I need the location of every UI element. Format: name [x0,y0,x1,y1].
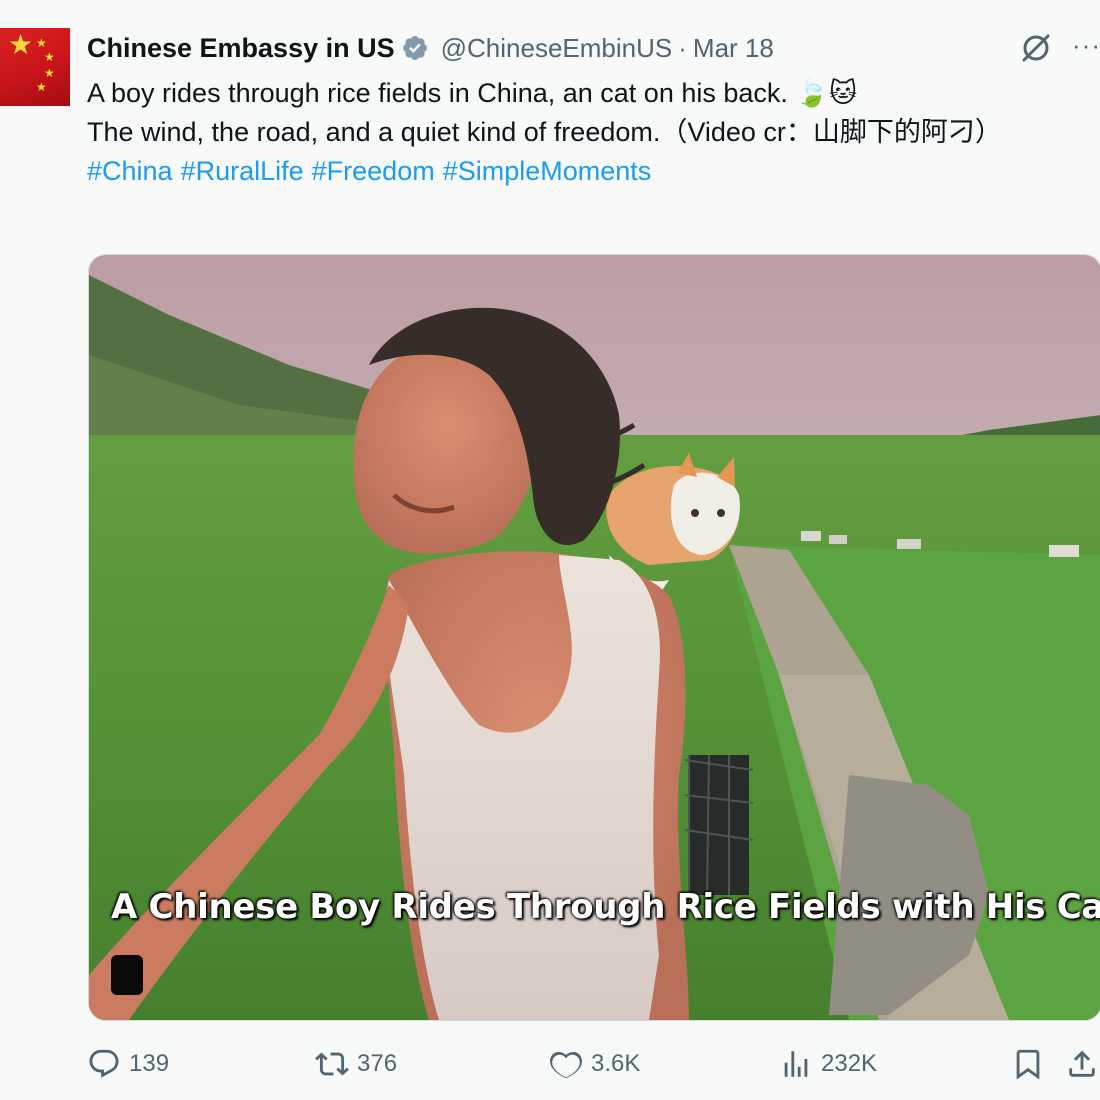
author-avatar[interactable]: ★ ★ ★ ★ ★ [0,28,70,106]
separator-dot: · [678,32,687,63]
grok-icon[interactable] [1018,30,1054,66]
tweet-header: Chinese Embassy in US @ChineseEmbinUS · … [87,30,774,66]
verified-badge-icon [402,36,427,60]
video-caption: A Chinese Boy Rides Through Rice Fields … [111,887,1100,927]
reply-count: 139 [129,1050,170,1077]
action-bar: 139 376 3.6K 232K [87,1040,1100,1088]
author-name[interactable]: Chinese Embassy in US [87,33,395,64]
pause-icon[interactable] [111,955,143,995]
video-player[interactable]: A Chinese Boy Rides Through Rice Fields … [88,254,1100,1021]
tweet-text-line: A boy rides through rice fields in China… [87,78,858,108]
hashtag-link[interactable]: #Freedom [312,156,435,186]
hashtag-link[interactable]: #China [87,156,173,186]
tweet-card: ★ ★ ★ ★ ★ Chinese Embassy in US @Chinese… [0,0,1100,1100]
like-count: 3.6K [591,1050,641,1077]
bookmark-button[interactable] [1011,1040,1053,1088]
like-button[interactable]: 3.6K [549,1040,640,1088]
repost-icon [315,1052,349,1076]
tweet-text-line: The wind, the road, and a quiet kind of … [87,117,1002,147]
share-icon [1069,1050,1095,1077]
views-button[interactable]: 232K [779,1040,877,1088]
flag-star-icon: ★ [36,80,47,94]
more-dots-icon[interactable]: ··· [1072,30,1100,61]
heart-icon [550,1051,582,1079]
hashtag-link[interactable]: #RuralLife [181,156,304,186]
hashtag-link[interactable]: #SimpleMoments [443,156,652,186]
reply-icon [89,1049,119,1078]
tweet-date[interactable]: Mar 18 [693,33,774,64]
reply-button[interactable]: 139 [87,1040,169,1088]
views-count: 232K [821,1050,878,1077]
tweet-text: A boy rides through rice fields in China… [87,74,1087,191]
hashtag-list: #China #RuralLife #Freedom #SimpleMoments [87,152,1087,191]
views-icon [784,1051,808,1077]
flag-star-icon: ★ [8,29,34,60]
repost-count: 376 [357,1050,398,1077]
bookmark-icon [1016,1049,1040,1080]
repost-button[interactable]: 376 [315,1040,397,1088]
author-handle[interactable]: @ChineseEmbinUS [441,33,673,64]
share-button[interactable] [1065,1040,1100,1088]
